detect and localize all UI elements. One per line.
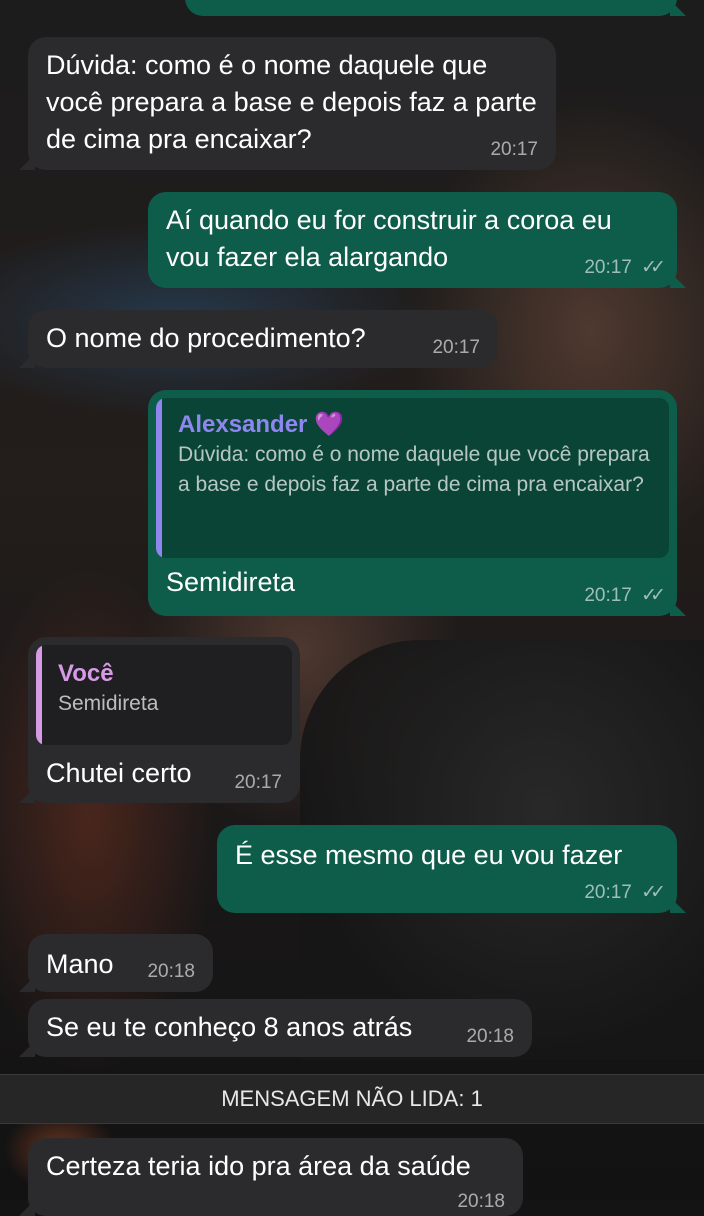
unread-messages-divider: MENSAGEM NÃO LIDA: 1: [0, 1074, 704, 1124]
message-time: 20:18: [147, 961, 195, 982]
message-text: Se eu te conheço 8 anos atrás: [46, 1012, 413, 1042]
message-bubble-outgoing[interactable]: É esse mesmo que eu vou fazer 20:17 ✓✓: [217, 825, 686, 913]
message-bubble-outgoing[interactable]: Aí quando eu for construir a coroa eu vo…: [148, 192, 686, 288]
message-text: É esse mesmo que eu vou fazer: [235, 840, 623, 870]
double-check-icon: ✓✓: [641, 585, 666, 606]
message-bubble-incoming[interactable]: Mano 20:18: [19, 934, 213, 992]
message-time: 20:17: [584, 882, 632, 903]
message-time: 20:18: [466, 1026, 514, 1047]
message-bubble-partial[interactable]: [185, 0, 686, 16]
quote-author: Alexsander 💜: [178, 411, 344, 438]
message-meta: 20:17 ✓✓: [584, 882, 666, 903]
message-bubble-incoming[interactable]: Certeza teria ido pra área da saúde 20:1…: [19, 1138, 523, 1216]
message-time: 20:17: [234, 772, 282, 793]
quoted-message[interactable]: Você Semidireta: [36, 645, 292, 745]
double-check-icon: ✓✓: [641, 257, 666, 278]
message-time: 20:17: [432, 337, 480, 358]
message-time: 20:17: [584, 257, 632, 278]
message-text: Aí quando eu for construir a coroa eu vo…: [166, 205, 612, 272]
message-time: 20:17: [584, 585, 632, 606]
double-check-icon: ✓✓: [641, 882, 666, 903]
message-bubble-incoming[interactable]: Se eu te conheço 8 anos atrás 20:18: [19, 999, 532, 1057]
message-text: Certeza teria ido pra área da saúde: [46, 1151, 471, 1181]
message-time: 20:17: [490, 139, 538, 160]
quote-accent-bar: [156, 398, 162, 558]
quoted-message[interactable]: Alexsander 💜 Dúvida: como é o nome daque…: [156, 398, 669, 558]
message-time: 20:18: [457, 1191, 505, 1212]
message-meta: 20:17 ✓✓: [584, 585, 666, 606]
quote-accent-bar: [36, 645, 42, 745]
quote-author: Você: [58, 660, 114, 687]
message-meta: 20:17 ✓✓: [584, 257, 666, 278]
message-bubble-incoming[interactable]: Dúvida: como é o nome daquele que você p…: [19, 37, 556, 170]
message-bubble-incoming-reply[interactable]: Você Semidireta Chutei certo 20:17: [19, 637, 300, 803]
quote-text: Dúvida: como é o nome daquele que você p…: [178, 443, 650, 496]
message-bubble-incoming[interactable]: O nome do procedimento? 20:17: [19, 310, 498, 368]
message-text: Dúvida: como é o nome daquele que você p…: [46, 50, 537, 154]
message-bubble-outgoing-reply[interactable]: Alexsander 💜 Dúvida: como é o nome daque…: [148, 390, 686, 616]
quote-text: Semidireta: [58, 692, 159, 715]
message-text: O nome do procedimento?: [46, 323, 366, 353]
